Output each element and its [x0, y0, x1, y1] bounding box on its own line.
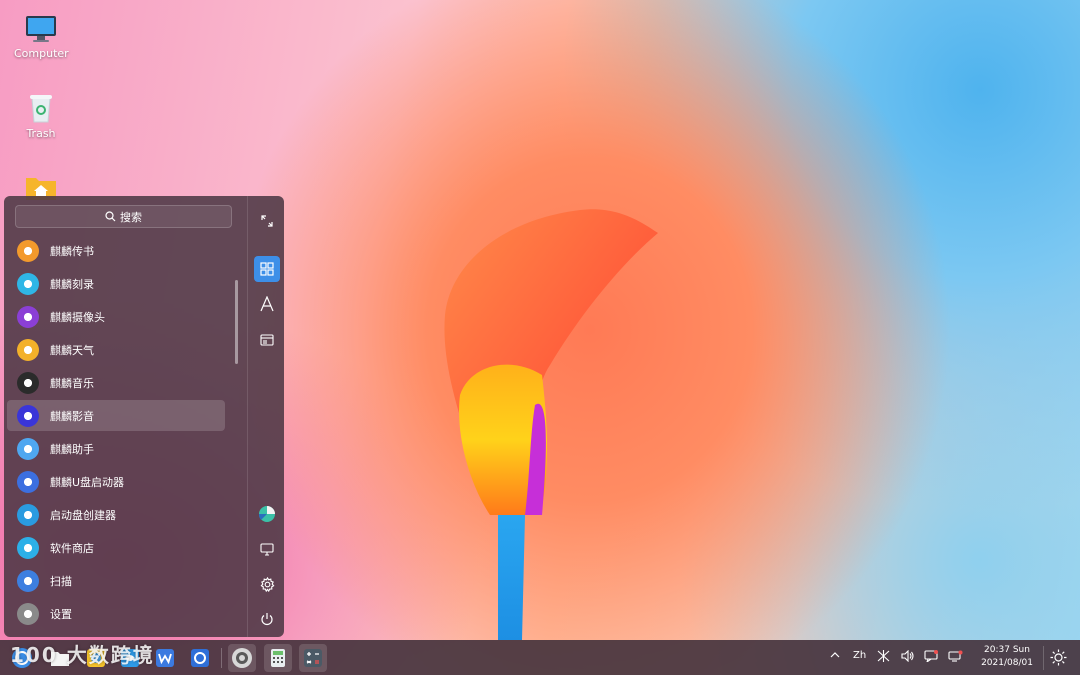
search-app-icon	[191, 649, 209, 667]
app-list-item[interactable]: 设置	[7, 598, 225, 629]
start-menu-app-panel: 搜索 麒麟传书麒麟刻录麒麟摄像头麒麟天气麒麟音乐麒麟影音麒麟助手麒麟U盘启动器启…	[4, 196, 247, 637]
tray-divider	[1043, 646, 1044, 670]
alphabet-sort-button[interactable]	[254, 291, 280, 317]
search-placeholder: 搜索	[120, 210, 142, 224]
desktop-icon-label: Computer	[14, 47, 69, 60]
input-method-indicator[interactable]: Zh	[853, 650, 866, 661]
app-list-item[interactable]: 启动盘创建器	[7, 499, 225, 530]
app-label: 软件商店	[50, 541, 94, 555]
app-list-item[interactable]: 麒麟天气	[7, 334, 225, 365]
user-avatar-button[interactable]	[254, 501, 280, 527]
app-label: 麒麟助手	[50, 442, 94, 456]
taskbar-settings-app[interactable]	[228, 644, 256, 672]
app-list-item[interactable]: 麒麟刻录	[7, 268, 225, 299]
night-mode-button[interactable]	[1050, 649, 1067, 669]
category-icon	[260, 334, 274, 346]
clock[interactable]: 20:37 Sun 2021/08/01	[976, 644, 1038, 670]
app-label: 麒麟摄像头	[50, 310, 105, 324]
computer-icon	[260, 542, 274, 556]
app-list-item[interactable]: 麒麟音乐	[7, 367, 225, 398]
power-icon	[261, 613, 273, 626]
app-label: 启动盘创建器	[50, 508, 116, 522]
tray-expand-button[interactable]	[830, 650, 840, 663]
app-label: 麒麟U盘启动器	[50, 475, 125, 489]
settings-icon	[260, 576, 274, 592]
usb-icon	[17, 470, 39, 493]
taskbar-calculator[interactable]	[299, 644, 327, 672]
taskbar: Zh 20:37 Sun 2021/08/01	[0, 640, 1080, 675]
desktop-computer[interactable]: Computer	[14, 14, 69, 60]
app-label: 麒麟音乐	[50, 376, 94, 390]
desktop-trash[interactable]: Trash	[14, 92, 68, 140]
brightness-icon	[1050, 649, 1067, 666]
all-apps-button[interactable]	[254, 256, 280, 282]
calculator-icon	[304, 649, 322, 667]
expand-icon	[261, 215, 273, 227]
desktop-icon-label: Trash	[26, 127, 56, 140]
clock-time: 20:37 Sun	[984, 645, 1030, 655]
video-player-icon	[17, 404, 39, 427]
app-list: 麒麟传书麒麟刻录麒麟摄像头麒麟天气麒麟音乐麒麟影音麒麟助手麒麟U盘启动器 启动盘创…	[7, 235, 225, 631]
app-list-item[interactable]: 麒麟摄像头	[7, 301, 225, 332]
app-list-item[interactable]: 软件商店	[7, 532, 225, 563]
assistant-icon	[17, 437, 39, 460]
taskbar-separator	[221, 648, 222, 668]
app-list-scrollbar[interactable]	[235, 280, 238, 364]
settings-button[interactable]	[254, 571, 280, 597]
screen-share-button[interactable]	[948, 650, 963, 665]
weather-icon	[17, 338, 39, 361]
app-label: 设置	[50, 607, 72, 621]
power-button[interactable]	[254, 606, 280, 632]
user-avatar-icon	[258, 506, 275, 522]
start-menu-sidebar	[248, 196, 284, 637]
all-apps-grid-icon	[260, 262, 274, 276]
alphabet-sort-icon	[260, 296, 274, 312]
monitor-icon	[26, 16, 56, 42]
software-store-icon	[17, 536, 39, 559]
settings-gear-icon	[17, 602, 39, 625]
volume-icon	[901, 649, 914, 663]
app-label: 扫描	[50, 574, 72, 588]
disc-burner-icon	[17, 272, 39, 295]
search-input[interactable]: 搜索	[15, 205, 232, 228]
paper-plane-icon	[17, 239, 39, 262]
search-icon	[105, 211, 116, 222]
app-list-item[interactable]: 麒麟U盘启动器	[7, 466, 225, 497]
calculator-app-icon	[271, 649, 285, 667]
screen-share-icon	[948, 650, 963, 662]
volume-button[interactable]	[901, 649, 915, 665]
taskbar-calculator-app[interactable]	[264, 644, 292, 672]
wallpaper-flower	[444, 209, 658, 640]
category-button[interactable]	[254, 327, 280, 353]
app-label: 麒麟天气	[50, 343, 94, 357]
app-label: 麒麟传书	[50, 244, 94, 258]
expand-menu-button[interactable]	[254, 208, 280, 234]
network-button[interactable]	[877, 650, 890, 665]
network-disconnected-icon	[877, 650, 890, 662]
app-list-item[interactable]: 麒麟影音	[7, 400, 225, 431]
watermark: 100 大数跨境	[10, 643, 155, 667]
chevron-up-icon	[830, 652, 840, 658]
wps-writer-icon	[156, 649, 174, 667]
settings-app-icon	[232, 648, 252, 668]
taskbar-search-app[interactable]	[186, 644, 214, 672]
boot-disk-icon	[17, 503, 39, 526]
camera-icon	[17, 305, 39, 328]
app-label: 麒麟刻录	[50, 277, 94, 291]
app-list-item[interactable]: 麒麟传书	[7, 235, 225, 266]
start-menu: 搜索 麒麟传书麒麟刻录麒麟摄像头麒麟天气麒麟音乐麒麟影音麒麟助手麒麟U盘启动器启…	[4, 196, 284, 637]
computer-button[interactable]	[254, 536, 280, 562]
clock-date: 2021/08/01	[981, 658, 1033, 668]
app-list-item[interactable]: 麒麟助手	[7, 433, 225, 464]
app-list-item[interactable]: 扫描	[7, 565, 225, 596]
scanner-icon	[17, 569, 39, 592]
notification-icon	[924, 650, 938, 664]
taskbar-wps-writer[interactable]	[151, 644, 179, 672]
notification-button[interactable]	[924, 650, 938, 665]
app-label: 麒麟影音	[50, 409, 94, 423]
trash-icon	[30, 95, 52, 123]
music-icon	[17, 371, 39, 394]
